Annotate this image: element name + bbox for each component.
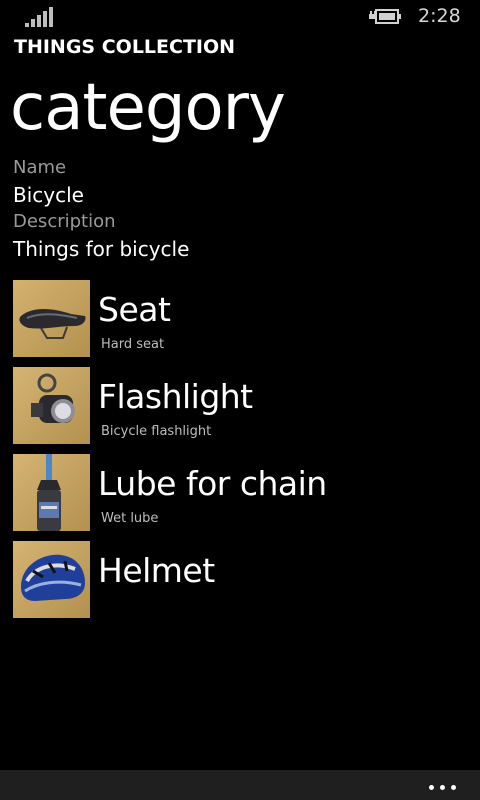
signal-strength-icon [25, 7, 55, 27]
item-name: Flashlight [98, 377, 253, 416]
item-description: Hard seat [101, 337, 165, 352]
bicycle-seat-photo [13, 280, 90, 357]
clock: 2:28 [418, 5, 461, 27]
battery-charging-icon [369, 9, 401, 24]
name-label: Name [13, 157, 67, 178]
list-item[interactable]: Lube for chain Wet lube [0, 454, 480, 534]
page-title: category [10, 71, 286, 145]
item-name: Seat [98, 290, 171, 329]
item-name: Lube for chain [98, 464, 327, 503]
flashlight-photo [13, 367, 90, 444]
app-bar [0, 770, 480, 800]
list-item[interactable]: Helmet [0, 541, 480, 621]
item-description: Wet lube [101, 511, 159, 526]
name-value: Bicycle [13, 183, 84, 207]
ellipsis-icon[interactable] [428, 776, 460, 796]
status-bar: 2:28 [0, 0, 480, 34]
list-item[interactable]: Seat Hard seat [0, 280, 480, 360]
description-label: Description [13, 211, 116, 232]
item-description: Bicycle flashlight [101, 424, 212, 439]
app-title: THINGS COLLECTION [14, 36, 236, 58]
chain-lube-photo [13, 454, 90, 531]
item-name: Helmet [98, 551, 215, 590]
helmet-photo [13, 541, 90, 618]
description-value: Things for bicycle [13, 237, 190, 261]
list-item[interactable]: Flashlight Bicycle flashlight [0, 367, 480, 447]
